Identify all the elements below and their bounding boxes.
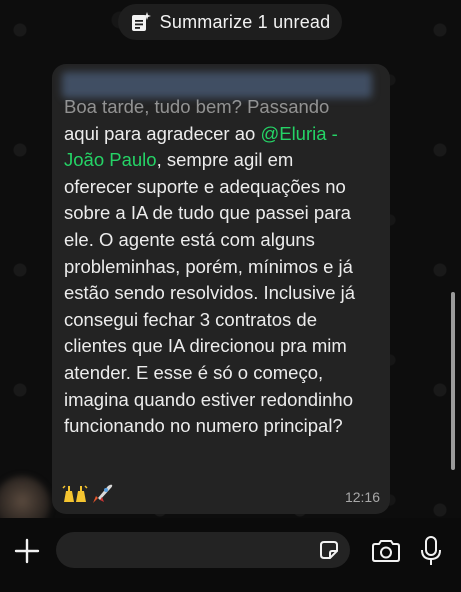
message-text-field[interactable]: [56, 532, 350, 568]
rocket-emoji-icon: [90, 482, 114, 509]
microphone-icon[interactable]: [420, 535, 442, 567]
message-first-line: Boa tarde, tudo bem? Passando: [64, 96, 330, 117]
mention-link-continued[interactable]: João Paulo: [64, 149, 157, 170]
camera-icon[interactable]: [370, 539, 402, 563]
emoji-reaction-text: [62, 482, 114, 509]
mention-link[interactable]: @Eluria -: [260, 123, 337, 144]
message-body: oferecer suporte e adequações no sobre a…: [64, 175, 356, 437]
message-text: Boa tarde, tudo bem? Passando aqui para …: [64, 94, 386, 440]
scrollbar[interactable]: [451, 292, 455, 470]
message-timestamp: 12:16: [344, 489, 380, 505]
plus-icon[interactable]: [14, 538, 40, 564]
raised-hands-emoji-icon: [62, 482, 88, 509]
sticker-icon[interactable]: [318, 539, 340, 561]
message-bubble[interactable]: Boa tarde, tudo bem? Passando aqui para …: [52, 64, 390, 514]
message-input-bar: [0, 518, 461, 592]
summarize-label: Summarize 1 unread: [159, 11, 331, 32]
message-line-3-suffix: , sempre agil em: [156, 149, 294, 171]
message-line-2-prefix: aqui para agradecer ao: [64, 122, 261, 144]
document-sparkle-icon: [130, 11, 152, 33]
summarize-unread-button[interactable]: Summarize 1 unread: [118, 4, 342, 40]
